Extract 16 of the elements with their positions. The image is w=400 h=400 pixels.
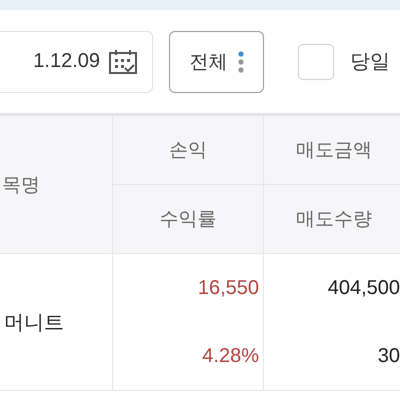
more-icon	[238, 50, 244, 72]
table-cell: 머니트	[0, 254, 112, 390]
table-cell: 404,500	[264, 254, 400, 322]
table-cell: 30	[264, 322, 400, 390]
date-field[interactable]: 1.12.09	[0, 30, 153, 92]
column-header: 목명	[0, 116, 112, 254]
column-header: 매도금액	[264, 116, 400, 184]
checkbox[interactable]	[298, 44, 334, 80]
checkbox-label: 당일	[350, 48, 390, 75]
column-header: 손익	[112, 116, 264, 184]
column-header: 매도수량	[264, 184, 400, 254]
date-value: 1.12.09	[33, 50, 100, 73]
filter-dropdown[interactable]: 전체	[169, 30, 264, 92]
table-cell: 4.28%	[112, 322, 264, 390]
column-header: 수익률	[112, 184, 264, 254]
calendar-icon[interactable]	[108, 48, 138, 74]
